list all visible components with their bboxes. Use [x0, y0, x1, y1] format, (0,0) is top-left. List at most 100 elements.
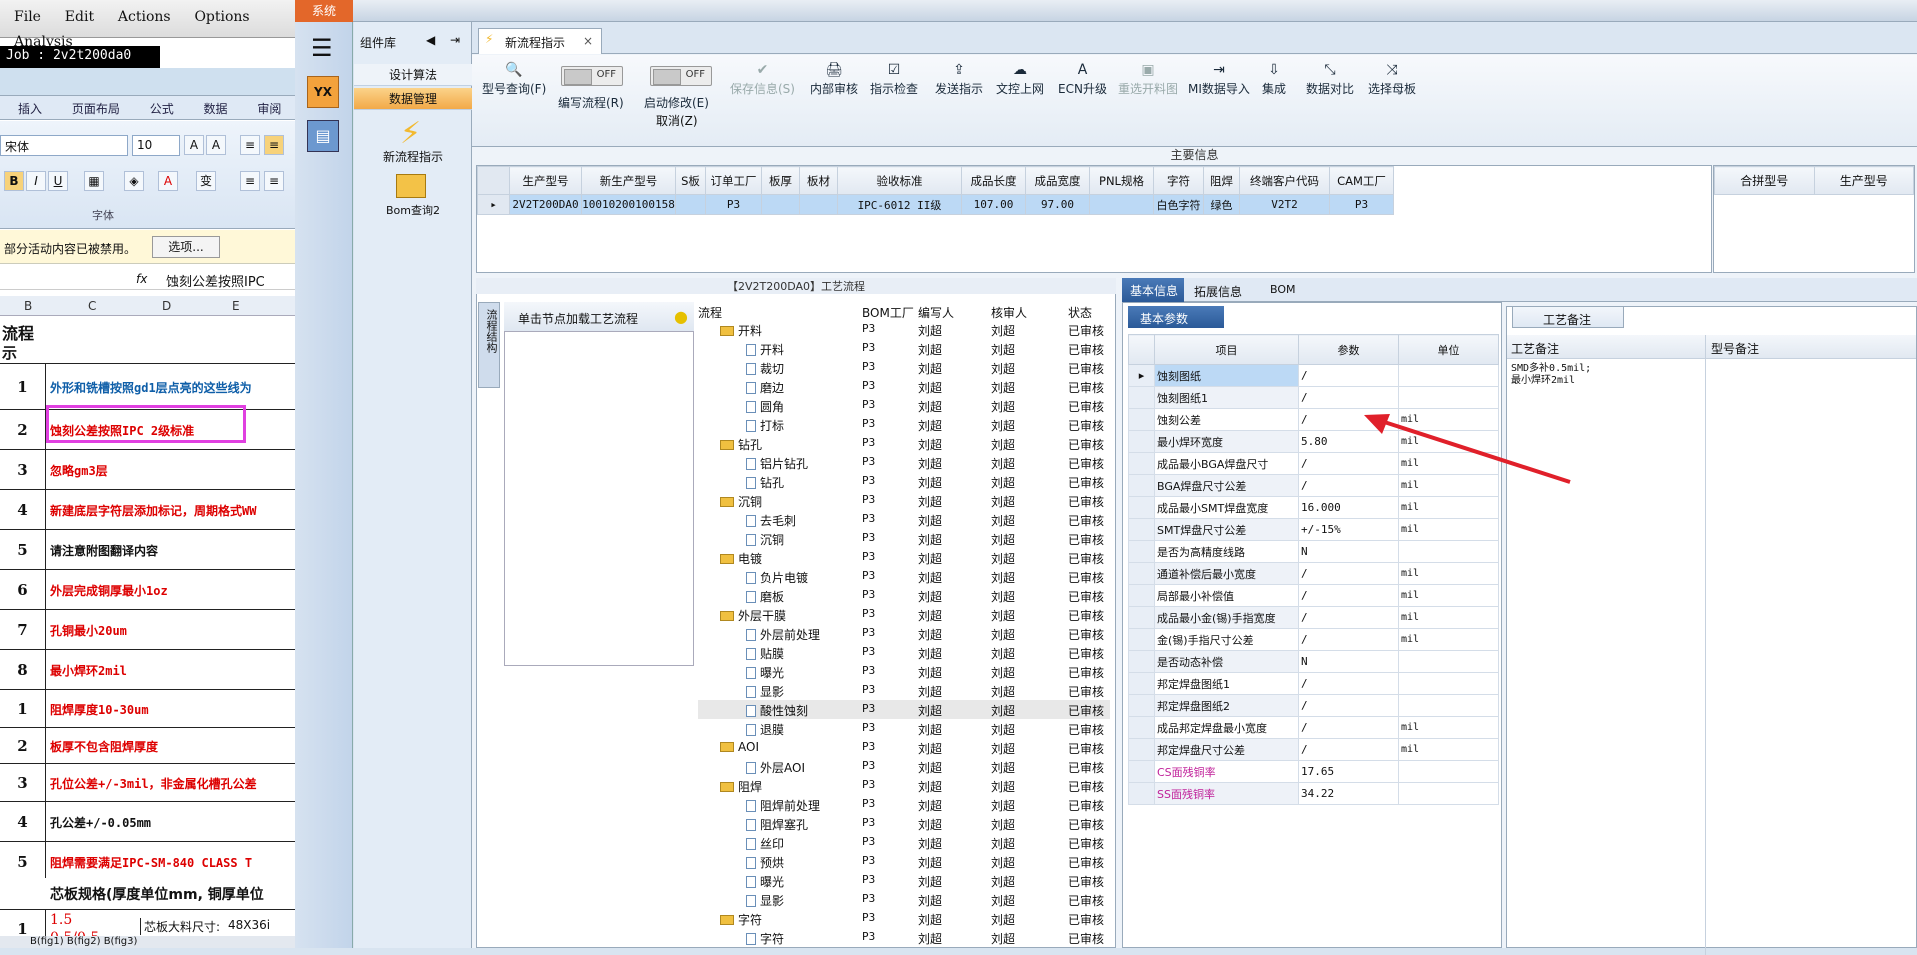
module-item-data[interactable]: 数据管理 [354, 88, 472, 110]
module-item-design[interactable]: 设计算法 [354, 64, 472, 86]
param-row[interactable]: 通道补偿后最小宽度 / mil [1128, 562, 1499, 585]
flow-tree-row[interactable]: 阻焊 P3 刘超 刘超 已审核 [698, 776, 1110, 795]
cancel-button[interactable]: 取消(Z) [656, 112, 698, 129]
row-text[interactable]: 孔位公差+/-3mil，非金属化槽孔公差 [50, 775, 257, 792]
param-row[interactable]: 金(锡)手指尺寸公差 / mil [1128, 628, 1499, 651]
param-value[interactable]: N [1298, 650, 1399, 673]
param-col-value[interactable]: 参数 [1298, 334, 1399, 365]
flow-tree-row[interactable]: 显影 P3 刘超 刘超 已审核 [698, 681, 1110, 700]
flow-tree-row[interactable]: 显影 P3 刘超 刘超 已审核 [698, 890, 1110, 909]
font-name-select[interactable]: 宋体 [0, 135, 128, 156]
toolbar-button[interactable]: ☑ 指示检查 [870, 62, 918, 97]
param-col-unit[interactable]: 单位 [1398, 334, 1499, 365]
flow-node-area[interactable] [504, 302, 694, 666]
param-col-item[interactable]: 项目 [1154, 334, 1299, 365]
col-e[interactable]: E [232, 299, 240, 313]
flow-tree-row[interactable]: 铝片钻孔 P3 刘超 刘超 已审核 [698, 453, 1110, 472]
flow-tree-row[interactable]: 丝印 P3 刘超 刘超 已审核 [698, 833, 1110, 852]
param-value[interactable]: / [1298, 562, 1399, 585]
flow-tree-row[interactable]: 去毛刺 P3 刘超 刘超 已审核 [698, 510, 1110, 529]
flow-tree-row[interactable]: 钻孔 P3 刘超 刘超 已审核 [698, 434, 1110, 453]
row-text[interactable]: 孔铜最小20um [50, 622, 127, 639]
param-row[interactable]: 局部最小补偿值 / mil [1128, 584, 1499, 607]
grid-header[interactable]: CAM工厂 [1329, 166, 1394, 195]
hamburger-icon[interactable]: ☰ [311, 34, 333, 62]
param-row[interactable]: 成品最小SMT焊盘宽度 16.000 mil [1128, 496, 1499, 519]
row-text[interactable]: 阻焊需要满足IPC-SM-840 CLASS T [50, 854, 252, 871]
toolbar-button[interactable]: ⇪ 发送指示 [935, 62, 983, 97]
tab-formula[interactable]: 公式 [150, 100, 174, 117]
start-edit-toggle[interactable]: OFF [650, 66, 712, 86]
tab-bom[interactable]: BOM [1270, 283, 1296, 296]
notes-col-process[interactable]: 工艺备注 [1511, 340, 1559, 357]
font-color-icon[interactable]: A [158, 171, 178, 191]
grid-header[interactable]: S板 [675, 166, 706, 195]
param-value[interactable]: / [1298, 628, 1399, 651]
flow-tree-row[interactable]: 沉铜 P3 刘超 刘超 已审核 [698, 529, 1110, 548]
align-center-icon[interactable]: ≡ [240, 171, 260, 191]
flow-structure-tab[interactable]: 流程结构 [478, 302, 500, 388]
grid-header[interactable]: 成品宽度 [1025, 166, 1090, 195]
grid-cell[interactable] [1089, 194, 1154, 215]
flow-tree-row[interactable]: 圆角 P3 刘超 刘超 已审核 [698, 396, 1110, 415]
basic-params-tab[interactable]: 基本参数 [1128, 306, 1224, 328]
param-row[interactable]: CS面残铜率 17.65 [1128, 760, 1499, 783]
toolbar-button[interactable]: 🖨 内部审核 [810, 62, 858, 97]
param-row[interactable]: 邦定焊盘图纸2/ [1128, 694, 1499, 717]
grid-header[interactable]: 板厚 [761, 166, 800, 195]
flow-tree-row[interactable]: 开料 P3 刘超 刘超 已审核 [698, 320, 1110, 339]
row-text[interactable]: 孔公差+/-0.05mm [50, 814, 151, 831]
tab-review[interactable]: 审阅 [257, 100, 281, 117]
tab-insert[interactable]: 插入 [18, 100, 42, 117]
param-value[interactable]: 34.22 [1298, 782, 1399, 805]
grid-cell[interactable]: 10010200100158 [581, 194, 676, 215]
grid-cell[interactable] [799, 194, 838, 215]
row-text[interactable]: 外层完成铜厚最小1oz [50, 582, 168, 599]
grid-cell[interactable]: 107.00 [961, 194, 1026, 215]
flow-tree-row[interactable]: 阻焊前处理 P3 刘超 刘超 已审核 [698, 795, 1110, 814]
param-value[interactable]: N [1298, 540, 1399, 563]
flow-tree-row[interactable]: 曝光 P3 刘超 刘超 已审核 [698, 871, 1110, 890]
folder-icon[interactable] [396, 174, 426, 198]
grid-cell[interactable]: P3 [705, 194, 762, 215]
grid-header[interactable]: 验收标准 [837, 166, 962, 195]
grid-header[interactable]: 终端客户代码 [1239, 166, 1330, 195]
process-notes[interactable]: SMD多补0.5mil; 最小焊环2mil [1511, 363, 1591, 387]
flow-tree-row[interactable]: 磨边 P3 刘超 刘超 已审核 [698, 377, 1110, 396]
toolbar-button[interactable]: ⇥ MI数据导入 [1188, 62, 1250, 97]
toolbar-button[interactable]: ⇩ 集成 [1262, 62, 1286, 97]
lightning-icon[interactable]: ⚡ [400, 116, 421, 151]
tab-basic-info[interactable]: 基本信息 [1122, 278, 1184, 302]
factory-icon[interactable]: YX [307, 76, 339, 108]
grid-header[interactable]: 生产型号 [509, 166, 582, 195]
merge-header-1[interactable]: 合拼型号 [1714, 166, 1815, 195]
italic-icon[interactable]: I [26, 171, 46, 191]
menu-options[interactable]: Options [194, 9, 249, 25]
param-row[interactable]: 成品邦定焊盘最小宽度 / mil [1128, 716, 1499, 739]
param-value[interactable]: / [1298, 606, 1399, 629]
grid-header[interactable]: 新生产型号 [581, 166, 676, 195]
flow-tree-row[interactable]: 字符 P3 刘超 刘超 已审核 [698, 909, 1110, 928]
flow-col-bom[interactable]: BOM工厂 [862, 304, 914, 321]
param-row[interactable]: 成品最小金(锡)手指宽度 / mil [1128, 606, 1499, 629]
start-edit-label[interactable]: 启动修改(E) [644, 94, 709, 111]
row-text[interactable]: 新建底层字符层添加标记，周期格式WW [50, 502, 256, 519]
tab-extended-info[interactable]: 拓展信息 [1194, 283, 1242, 300]
flow-tree-row[interactable]: AOI P3 刘超 刘超 已审核 [698, 738, 1110, 757]
flow-col-writer[interactable]: 编写人 [918, 304, 954, 321]
row-text[interactable]: 忽略gm3层 [50, 462, 108, 479]
grid-cell[interactable]: 97.00 [1025, 194, 1090, 215]
tab-layout[interactable]: 页面布局 [72, 100, 120, 117]
col-d[interactable]: D [162, 299, 171, 313]
underline-icon[interactable]: U [48, 171, 68, 191]
flow-tree-row[interactable]: 沉铜 P3 刘超 刘超 已审核 [698, 491, 1110, 510]
flow-tree-row[interactable]: 曝光 P3 刘超 刘超 已审核 [698, 662, 1110, 681]
toolbar-button[interactable]: ✔ 保存信息(S) [730, 62, 795, 97]
bold-icon[interactable]: B [4, 171, 24, 191]
grid-header[interactable]: 板材 [799, 166, 838, 195]
align-left-icon[interactable]: ≡ [240, 135, 260, 155]
col-b[interactable]: B [24, 299, 32, 313]
toolbar-button[interactable]: A ECN升级 [1058, 62, 1107, 97]
param-row[interactable]: 蚀刻图纸1/ [1128, 386, 1499, 409]
flow-tree-row[interactable]: 外层AOI P3 刘超 刘超 已审核 [698, 757, 1110, 776]
